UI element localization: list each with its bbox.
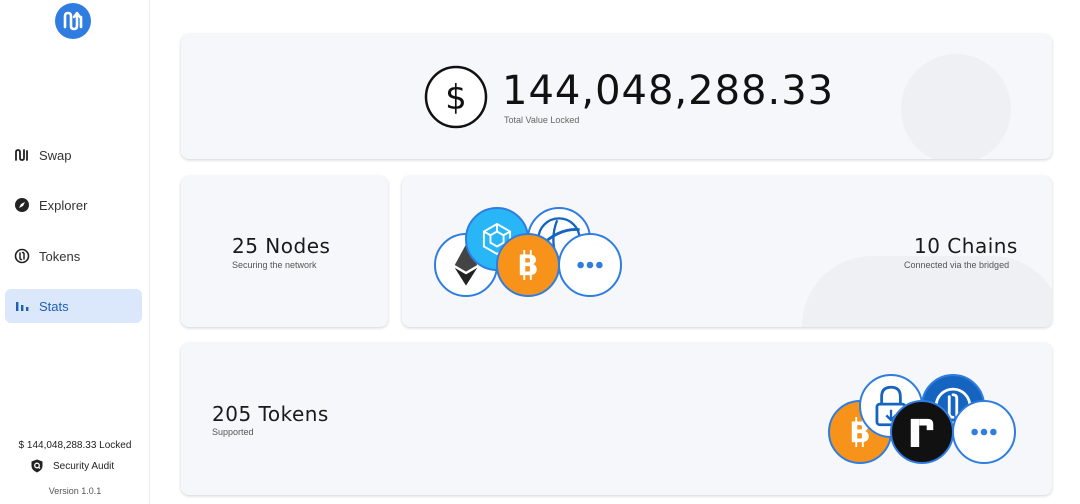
tokens-icon	[13, 247, 31, 265]
svg-text:B: B	[517, 249, 538, 282]
tvl-value: 144,048,288.33	[502, 68, 835, 114]
nodes-subtitle: Securing the network	[232, 260, 317, 270]
card-background-decoration	[901, 54, 1011, 159]
nodes-title: 25 Nodes	[232, 234, 331, 258]
more-chains-icon[interactable]	[558, 233, 622, 297]
black-token-icon	[890, 400, 954, 464]
tvl-label: Total Value Locked	[504, 115, 580, 125]
compass-icon	[13, 196, 31, 214]
more-tokens-icon[interactable]	[952, 400, 1016, 464]
security-audit-link[interactable]: Security Audit	[30, 459, 114, 473]
app-logo[interactable]	[55, 3, 91, 39]
sidebar: Swap Explorer Tokens Stats $ 144,048,288…	[0, 0, 150, 504]
logo-icon	[63, 11, 83, 31]
shield-icon	[30, 459, 44, 473]
chains-subtitle: Connected via the bridged	[904, 260, 1010, 270]
sidebar-item-explorer[interactable]: Explorer	[5, 188, 142, 222]
chains-title: 10 Chains	[914, 234, 1018, 258]
dollar-icon: $	[424, 65, 488, 129]
sidebar-item-label: Swap	[39, 147, 72, 163]
tokens-subtitle: Supported	[212, 427, 254, 437]
sidebar-item-label: Tokens	[39, 248, 81, 264]
sidebar-item-label: Explorer	[39, 197, 88, 213]
bitcoin-icon: B	[496, 233, 560, 297]
bar-chart-icon	[13, 297, 31, 315]
swap-icon	[13, 146, 31, 164]
sidebar-item-swap[interactable]: Swap	[5, 138, 142, 172]
sidebar-item-stats[interactable]: Stats	[5, 289, 142, 323]
app-version: Version 1.0.1	[48, 486, 102, 496]
security-audit-label: Security Audit	[53, 460, 115, 472]
tokens-title: 205 Tokens	[212, 402, 329, 426]
sidebar-item-label: Stats	[39, 298, 69, 314]
sidebar-item-tokens[interactable]: Tokens	[5, 239, 142, 273]
locked-total: $ 144,048,288.33 Locked	[18, 440, 132, 451]
svg-text:$: $	[445, 78, 467, 118]
